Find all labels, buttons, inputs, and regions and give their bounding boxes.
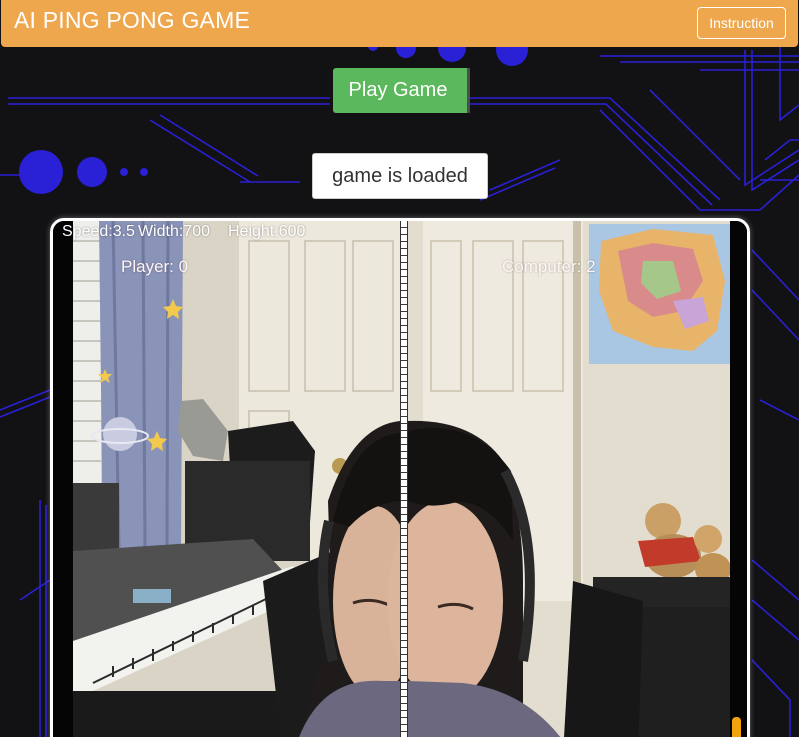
game-stats: Speed:3.5 Width:700 Height:600 xyxy=(62,223,308,241)
computer-paddle xyxy=(732,717,741,737)
computer-score: Computer: 2 xyxy=(502,257,596,276)
play-game-button[interactable]: Play Game xyxy=(333,68,470,113)
instruction-button[interactable]: Instruction xyxy=(697,7,786,39)
width-stat: Width:700 xyxy=(137,223,210,240)
header-bar: AI PING PONG GAME Instruction xyxy=(1,0,798,47)
game-canvas[interactable]: Speed:3.5 Width:700 Height:600 Player: 0 C… xyxy=(50,218,750,737)
app-title: AI PING PONG GAME xyxy=(14,7,250,33)
height-stat: Height:600 xyxy=(228,223,306,240)
page: AI PING PONG GAME Instruction Play Game … xyxy=(0,0,799,737)
status-message: game is loaded xyxy=(312,153,488,199)
player-score: Player: 0 xyxy=(121,257,189,276)
center-net xyxy=(400,221,408,737)
speed-stat: Speed:3.5 xyxy=(62,223,135,240)
